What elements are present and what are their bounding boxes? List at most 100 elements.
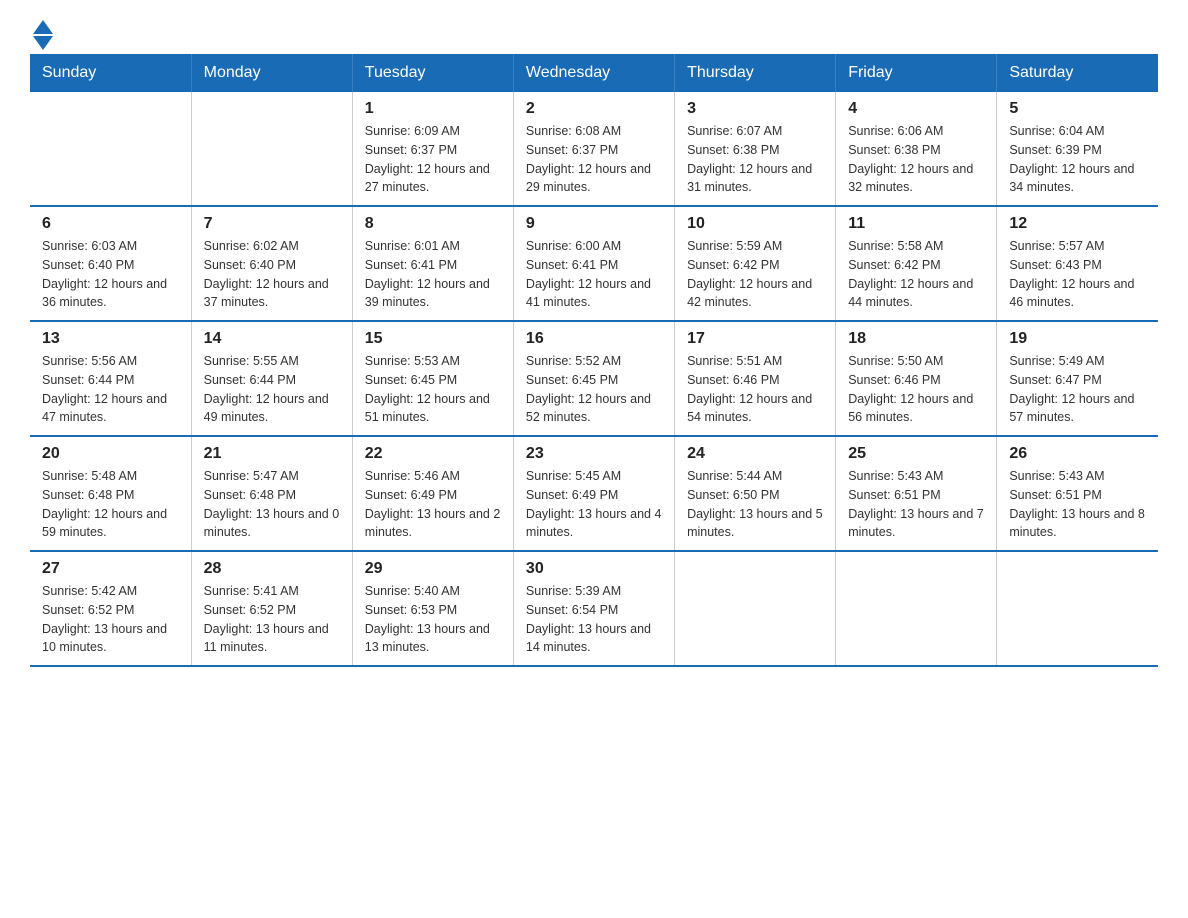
day-number: 9	[526, 215, 662, 233]
day-info: Sunrise: 6:06 AMSunset: 6:38 PMDaylight:…	[848, 122, 984, 197]
calendar-cell: 8 Sunrise: 6:01 AMSunset: 6:41 PMDaylight…	[352, 206, 513, 321]
calendar-cell: 5Sunrise: 6:04 AMSunset: 6:39 PMDaylight…	[997, 92, 1158, 206]
day-info: Sunrise: 5:39 AMSunset: 6:54 PMDaylight:…	[526, 582, 662, 657]
day-info: Sunrise: 5:46 AMSunset: 6:49 PMDaylight:…	[365, 467, 501, 542]
calendar-cell: 14 Sunrise: 5:55 AMSunset: 6:44 PMDayligh…	[191, 321, 352, 436]
day-info: Sunrise: 5:41 AMSunset: 6:52 PMDaylight:…	[204, 582, 340, 657]
day-number: 8	[365, 215, 501, 233]
calendar-cell: 29Sunrise: 5:40 AMSunset: 6:53 PMDayligh…	[352, 551, 513, 666]
day-info: Sunrise: 5:59 AMSunset: 6:42 PMDaylight:…	[687, 237, 823, 312]
day-info: Sunrise: 5:43 AMSunset: 6:51 PMDaylight:…	[1009, 467, 1146, 542]
day-number: 3	[687, 100, 823, 118]
calendar-table: SundayMondayTuesdayWednesdayThursdayFrid…	[30, 54, 1158, 667]
day-info: Sunrise: 6:03 AMSunset: 6:40 PMDaylight:…	[42, 237, 179, 312]
calendar-cell: 22 Sunrise: 5:46 AMSunset: 6:49 PMDayligh…	[352, 436, 513, 551]
day-info: Sunrise: 5:42 AMSunset: 6:52 PMDaylight:…	[42, 582, 179, 657]
day-info: Sunrise: 6:00 AMSunset: 6:41 PMDaylight:…	[526, 237, 662, 312]
day-number: 19	[1009, 330, 1146, 348]
calendar-cell: 19Sunrise: 5:49 AMSunset: 6:47 PMDayligh…	[997, 321, 1158, 436]
calendar-cell: 21Sunrise: 5:47 AMSunset: 6:48 PMDayligh…	[191, 436, 352, 551]
day-info: Sunrise: 5:53 AMSunset: 6:45 PMDaylight:…	[365, 352, 501, 427]
calendar-cell: 23 Sunrise: 5:45 AMSunset: 6:49 PMDayligh…	[513, 436, 674, 551]
calendar-cell: 24 Sunrise: 5:44 AMSunset: 6:50 PMDayligh…	[675, 436, 836, 551]
weekday-header-saturday: Saturday	[997, 54, 1158, 92]
day-number: 25	[848, 445, 984, 463]
calendar-cell: 13 Sunrise: 5:56 AMSunset: 6:44 PMDayligh…	[30, 321, 191, 436]
weekday-header-thursday: Thursday	[675, 54, 836, 92]
calendar-week-4: 20 Sunrise: 5:48 AMSunset: 6:48 PMDayligh…	[30, 436, 1158, 551]
day-info: Sunrise: 6:07 AMSunset: 6:38 PMDaylight:…	[687, 122, 823, 197]
calendar-cell: 11 Sunrise: 5:58 AMSunset: 6:42 PMDayligh…	[836, 206, 997, 321]
day-info: Sunrise: 5:55 AMSunset: 6:44 PMDaylight:…	[204, 352, 340, 427]
day-number: 30	[526, 560, 662, 578]
calendar-week-5: 27 Sunrise: 5:42 AMSunset: 6:52 PMDayligh…	[30, 551, 1158, 666]
calendar-cell: 10Sunrise: 5:59 AMSunset: 6:42 PMDayligh…	[675, 206, 836, 321]
calendar-cell: 25 Sunrise: 5:43 AMSunset: 6:51 PMDayligh…	[836, 436, 997, 551]
day-number: 22	[365, 445, 501, 463]
day-number: 16	[526, 330, 662, 348]
calendar-cell: 9 Sunrise: 6:00 AMSunset: 6:41 PMDaylight…	[513, 206, 674, 321]
day-info: Sunrise: 6:02 AMSunset: 6:40 PMDaylight:…	[204, 237, 340, 312]
weekday-header-wednesday: Wednesday	[513, 54, 674, 92]
day-number: 27	[42, 560, 179, 578]
calendar-cell: 12Sunrise: 5:57 AMSunset: 6:43 PMDayligh…	[997, 206, 1158, 321]
day-info: Sunrise: 5:48 AMSunset: 6:48 PMDaylight:…	[42, 467, 179, 542]
day-info: Sunrise: 5:56 AMSunset: 6:44 PMDaylight:…	[42, 352, 179, 427]
day-number: 5	[1009, 100, 1146, 118]
day-number: 28	[204, 560, 340, 578]
day-info: Sunrise: 5:44 AMSunset: 6:50 PMDaylight:…	[687, 467, 823, 542]
calendar-cell: 26 Sunrise: 5:43 AMSunset: 6:51 PMDayligh…	[997, 436, 1158, 551]
day-number: 23	[526, 445, 662, 463]
day-info: Sunrise: 5:45 AMSunset: 6:49 PMDaylight:…	[526, 467, 662, 542]
day-info: Sunrise: 5:51 AMSunset: 6:46 PMDaylight:…	[687, 352, 823, 427]
calendar-header: SundayMondayTuesdayWednesdayThursdayFrid…	[30, 54, 1158, 92]
day-number: 26	[1009, 445, 1146, 463]
day-number: 15	[365, 330, 501, 348]
calendar-cell	[997, 551, 1158, 666]
weekday-header-tuesday: Tuesday	[352, 54, 513, 92]
day-info: Sunrise: 5:50 AMSunset: 6:46 PMDaylight:…	[848, 352, 984, 427]
calendar-cell: 17Sunrise: 5:51 AMSunset: 6:46 PMDayligh…	[675, 321, 836, 436]
page-header	[30, 20, 1158, 44]
day-info: Sunrise: 5:57 AMSunset: 6:43 PMDaylight:…	[1009, 237, 1146, 312]
calendar-cell	[30, 92, 191, 206]
calendar-cell	[836, 551, 997, 666]
day-info: Sunrise: 6:01 AMSunset: 6:41 PMDaylight:…	[365, 237, 501, 312]
day-number: 18	[848, 330, 984, 348]
calendar-cell: 20 Sunrise: 5:48 AMSunset: 6:48 PMDayligh…	[30, 436, 191, 551]
calendar-cell	[191, 92, 352, 206]
weekday-header-friday: Friday	[836, 54, 997, 92]
calendar-cell: 7 Sunrise: 6:02 AMSunset: 6:40 PMDaylight…	[191, 206, 352, 321]
day-number: 1	[365, 100, 501, 118]
logo-triangle-up	[33, 20, 53, 34]
day-number: 24	[687, 445, 823, 463]
day-number: 11	[848, 215, 984, 233]
weekday-header-monday: Monday	[191, 54, 352, 92]
weekday-header-sunday: Sunday	[30, 54, 191, 92]
day-number: 2	[526, 100, 662, 118]
calendar-cell: 15 Sunrise: 5:53 AMSunset: 6:45 PMDayligh…	[352, 321, 513, 436]
calendar-week-2: 6 Sunrise: 6:03 AMSunset: 6:40 PMDaylight…	[30, 206, 1158, 321]
day-info: Sunrise: 5:58 AMSunset: 6:42 PMDaylight:…	[848, 237, 984, 312]
day-number: 7	[204, 215, 340, 233]
calendar-cell: 1 Sunrise: 6:09 AMSunset: 6:37 PMDaylight…	[352, 92, 513, 206]
day-number: 29	[365, 560, 501, 578]
day-info: Sunrise: 5:43 AMSunset: 6:51 PMDaylight:…	[848, 467, 984, 542]
calendar-cell: 16 Sunrise: 5:52 AMSunset: 6:45 PMDayligh…	[513, 321, 674, 436]
calendar-cell	[675, 551, 836, 666]
day-info: Sunrise: 5:47 AMSunset: 6:48 PMDaylight:…	[204, 467, 340, 542]
calendar-cell: 3 Sunrise: 6:07 AMSunset: 6:38 PMDaylight…	[675, 92, 836, 206]
day-info: Sunrise: 6:09 AMSunset: 6:37 PMDaylight:…	[365, 122, 501, 197]
calendar-cell: 28 Sunrise: 5:41 AMSunset: 6:52 PMDayligh…	[191, 551, 352, 666]
calendar-week-3: 13 Sunrise: 5:56 AMSunset: 6:44 PMDayligh…	[30, 321, 1158, 436]
day-number: 13	[42, 330, 179, 348]
weekday-row: SundayMondayTuesdayWednesdayThursdayFrid…	[30, 54, 1158, 92]
logo	[30, 20, 53, 44]
day-number: 6	[42, 215, 179, 233]
day-info: Sunrise: 5:52 AMSunset: 6:45 PMDaylight:…	[526, 352, 662, 427]
day-number: 20	[42, 445, 179, 463]
day-number: 14	[204, 330, 340, 348]
calendar-cell: 18 Sunrise: 5:50 AMSunset: 6:46 PMDayligh…	[836, 321, 997, 436]
calendar-cell: 30 Sunrise: 5:39 AMSunset: 6:54 PMDayligh…	[513, 551, 674, 666]
calendar-cell: 27 Sunrise: 5:42 AMSunset: 6:52 PMDayligh…	[30, 551, 191, 666]
